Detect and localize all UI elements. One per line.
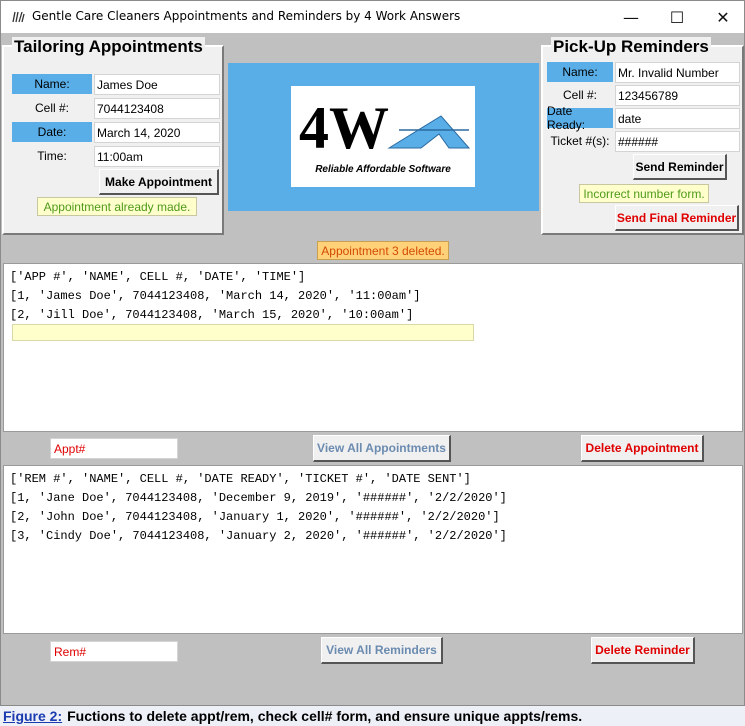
delete-appointment-button[interactable]: Delete Appointment — [581, 435, 704, 462]
rem-ticket-field[interactable]: ###### — [615, 131, 740, 152]
minimize-button[interactable]: — — [608, 1, 654, 33]
window-title: Gentle Care Cleaners Appointments and Re… — [32, 9, 461, 23]
make-appointment-button[interactable]: Make Appointment — [99, 169, 219, 195]
reminder-row: [3, 'Cindy Doe', 7044123408, 'January 2,… — [10, 529, 507, 543]
tailoring-appointments-panel: Tailoring Appointments Name: James Doe C… — [2, 37, 224, 235]
appointment-selection-highlight — [12, 324, 474, 341]
appt-date-label: Date: — [12, 122, 92, 142]
figure-caption-text: Fuctions to delete appt/rem, check cell#… — [67, 708, 583, 724]
rem-name-field[interactable]: Mr. Invalid Number — [615, 62, 740, 83]
appointment-row: [2, 'Jill Doe', 7044123408, 'March 15, 2… — [10, 308, 414, 322]
title-bar[interactable]: Gentle Care Cleaners Appointments and Re… — [1, 1, 744, 33]
rem-name-label: Name: — [547, 62, 613, 82]
reminders-header-row: ['REM #', 'NAME', CELL #, 'DATE READY', … — [10, 472, 471, 486]
send-final-reminder-button[interactable]: Send Final Reminder — [615, 205, 739, 231]
appointments-header-row: ['APP #', 'NAME', CELL #, 'DATE', 'TIME'… — [10, 270, 306, 284]
view-all-appointments-button[interactable]: View All Appointments — [313, 435, 451, 462]
rem-cell-label: Cell #: — [562, 88, 597, 102]
rem-ticket-label: Ticket #(s): — [550, 134, 610, 148]
appt-cell-label: Cell #: — [34, 101, 69, 115]
app-feather-icon — [12, 11, 25, 23]
rem-cell-field[interactable]: 123456789 — [615, 85, 740, 106]
appointments-list[interactable]: ['APP #', 'NAME', CELL #, 'DATE', 'TIME'… — [3, 263, 743, 432]
appt-cell-field[interactable]: 7044123408 — [94, 98, 220, 119]
reminder-row: [1, 'Jane Doe', 7044123408, 'December 9,… — [10, 491, 507, 505]
send-reminder-button[interactable]: Send Reminder — [633, 154, 727, 180]
close-button[interactable]: ✕ — [700, 1, 745, 33]
figure-label: Figure 2: — [3, 708, 63, 724]
reminder-number-input[interactable]: Rem# — [50, 641, 178, 662]
maximize-button[interactable]: ☐ — [654, 1, 700, 33]
logo-text: 4W — [299, 95, 389, 161]
pickup-reminders-title: Pick-Up Reminders — [551, 37, 711, 57]
appt-name-label: Name: — [12, 74, 92, 94]
appt-time-field[interactable]: 11:00am — [94, 146, 220, 167]
reminders-list[interactable]: ['REM #', 'NAME', CELL #, 'DATE READY', … — [3, 465, 743, 634]
rem-date-ready-field[interactable]: date — [615, 108, 740, 129]
tailoring-appointments-title: Tailoring Appointments — [12, 37, 205, 57]
appt-name-field[interactable]: James Doe — [94, 74, 220, 95]
appointment-number-input[interactable]: Appt# — [50, 438, 178, 459]
reminder-status-message: Incorrect number form. — [579, 184, 709, 203]
delete-reminder-button[interactable]: Delete Reminder — [591, 637, 695, 664]
appt-date-field[interactable]: March 14, 2020 — [94, 122, 220, 143]
appointment-deleted-message: Appointment 3 deleted. — [317, 241, 449, 260]
appointment-status-message: Appointment already made. — [37, 197, 197, 216]
appointment-row: [1, 'James Doe', 7044123408, 'March 14, … — [10, 289, 421, 303]
rem-date-ready-label: Date Ready: — [547, 104, 613, 132]
figure-caption: Figure 2: Fuctions to delete appt/rem, c… — [0, 706, 745, 726]
logo-tagline: Reliable Affordable Software — [315, 164, 451, 175]
pickup-reminders-panel: Pick-Up Reminders Name: Mr. Invalid Numb… — [541, 37, 744, 235]
company-logo: 4W Reliable Affordable Software — [291, 86, 475, 187]
view-all-reminders-button[interactable]: View All Reminders — [321, 637, 443, 664]
app-window: Gentle Care Cleaners Appointments and Re… — [0, 0, 745, 706]
reminder-row: [2, 'John Doe', 7044123408, 'January 1, … — [10, 510, 500, 524]
appt-time-label: Time: — [37, 149, 67, 163]
logo-graphic: 4W — [299, 95, 471, 161]
